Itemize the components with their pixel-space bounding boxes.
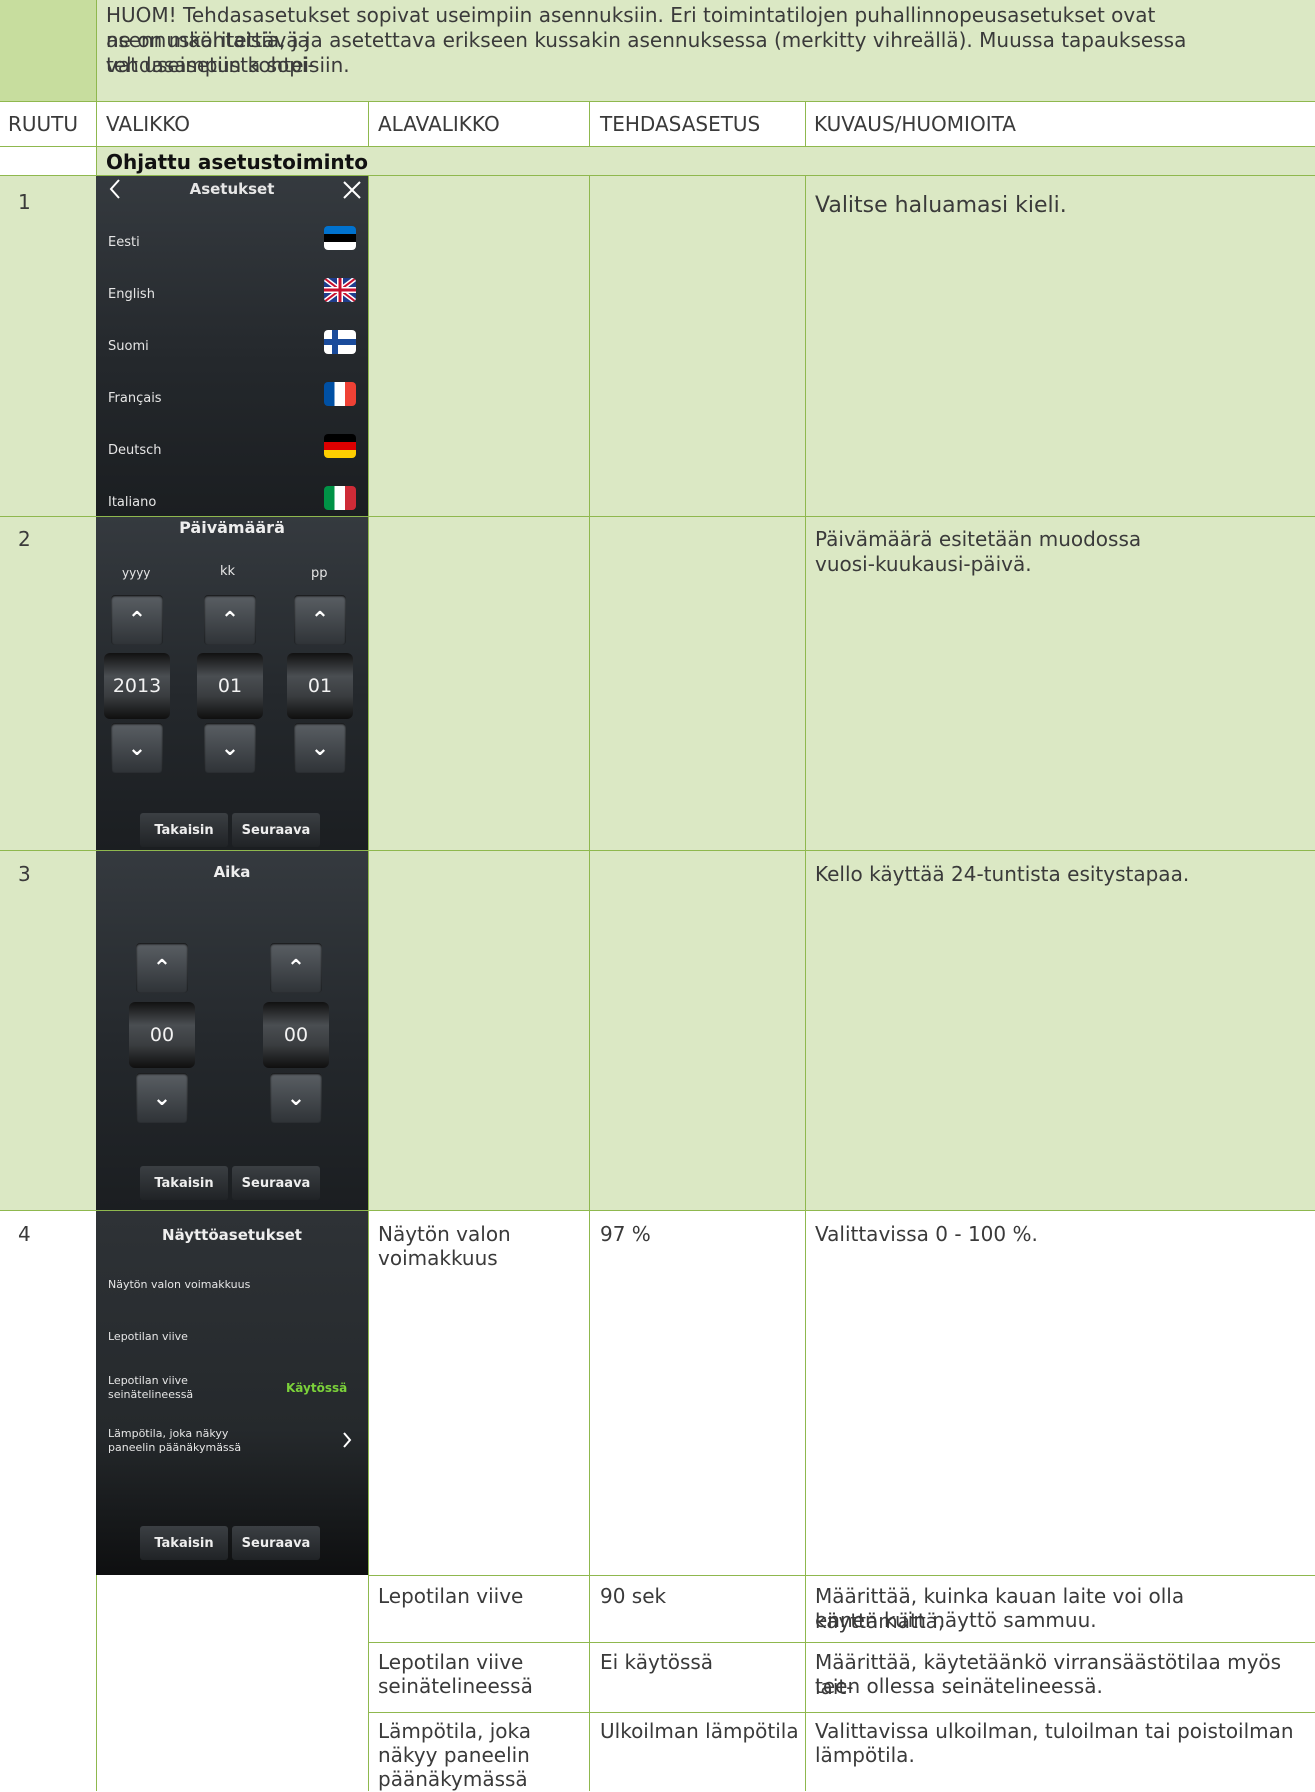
screen-language-title: Asetukset [189,180,275,198]
language-item-italiano[interactable]: Italiano [108,495,156,510]
uk-flag-icon [324,278,356,302]
chevron-up-icon: ⌃ [127,607,147,633]
day-down-button[interactable]: ⌄ [294,723,346,773]
note-line-3: vat useimpiin kohteisiin. [106,53,350,77]
row-6-description-line-2: teen ollessa seinätelineessä. [815,1674,1103,1698]
france-flag-icon [324,382,356,406]
row-2-description-line-2: vuosi-kuukausi-päivä. [815,552,1032,576]
germany-flag-icon [324,434,356,458]
screen-display-settings: Näyttöasetukset Näytön valon voimakkuus … [96,1211,368,1575]
day-up-button[interactable]: ⌃ [294,595,346,645]
next-button[interactable]: Seuraava [232,1166,320,1200]
next-button[interactable]: Seuraava [232,1526,320,1560]
row-5-factory: 90 sek [600,1584,667,1608]
section-title: Ohjattu asetustoiminto [106,150,368,174]
setting-brightness[interactable]: Näytön valon voimakkuus [108,1278,250,1291]
setting-temperature-line-1[interactable]: Lämpötila, joka näkyy [108,1427,228,1440]
note-marker-cell [0,0,96,101]
setting-temperature-line-2[interactable]: paneelin päänäkymässä [108,1441,241,1454]
hour-down-button[interactable]: ⌄ [136,1073,188,1123]
chevron-up-icon: ⌃ [152,955,172,981]
row-4-description: Valittavissa 0 - 100 %. [815,1222,1038,1246]
month-value[interactable]: 01 [197,653,263,719]
screen-date-title: Päivämäärä [179,518,285,537]
close-icon[interactable] [342,180,362,204]
hour-up-button[interactable]: ⌃ [136,943,188,993]
row-6-submenu-line-2: seinätelineessä [378,1674,533,1698]
back-button[interactable]: Takaisin [140,1526,228,1560]
minute-value[interactable]: 00 [263,1002,329,1068]
row-5-submenu: Lepotilan viive [378,1584,524,1608]
setting-sleep-wallmount-line-1[interactable]: Lepotilan viive [108,1374,188,1387]
chevron-down-icon: ⌄ [310,735,330,761]
row-7-submenu-line-1: Lämpötila, joka [378,1719,532,1743]
row-3-number: 3 [18,862,31,886]
language-item-eesti[interactable]: Eesti [108,235,140,250]
header-valikko: VALIKKO [106,112,191,136]
minute-down-button[interactable]: ⌄ [270,1073,322,1123]
month-down-button[interactable]: ⌄ [204,723,256,773]
row-6-submenu-line-1: Lepotilan viive [378,1650,524,1674]
row-7-submenu-line-3: päänäkymässä [378,1767,528,1791]
language-item-francais[interactable]: Français [108,391,162,406]
chevron-down-icon: ⌄ [152,1085,172,1111]
chevron-right-icon[interactable] [342,1431,352,1453]
back-button[interactable]: Takaisin [140,1166,228,1200]
minute-up-button[interactable]: ⌃ [270,943,322,993]
status-badge: Käytössä [286,1381,348,1395]
estonia-flag-icon [324,226,356,250]
row-4-factory: 97 % [600,1222,651,1246]
header-kuvaus: KUVAUS/HUOMIOITA [814,112,1016,136]
header-tehdasasetus: TEHDASASETUS [600,112,761,136]
setting-sleep-delay[interactable]: Lepotilan viive [108,1330,188,1343]
header-ruutu: RUUTU [8,112,79,136]
row-4-submenu-line-1: Näytön valon [378,1222,511,1246]
setting-sleep-wallmount-line-2[interactable]: seinätelineessä [108,1388,193,1401]
chevron-up-icon: ⌃ [220,607,240,633]
row-2-description-line-1: Päivämäärä esitetään muodossa [815,527,1142,551]
chevron-down-icon: ⌄ [286,1085,306,1111]
language-item-deutsch[interactable]: Deutsch [108,443,162,458]
row-6-factory: Ei käytössä [600,1650,714,1674]
screen-language: Asetukset Eesti English Suomi Français D… [96,176,368,516]
screen-time: Aika ⌃ ⌃ 00 00 ⌄ ⌄ Takaisin Seuraava [96,851,368,1210]
row-4-submenu-line-2: voimakkuus [378,1246,498,1270]
screen-time-title: Aika [213,863,251,881]
month-up-button[interactable]: ⌃ [204,595,256,645]
year-label: yyyy [122,566,151,580]
screen-display-title: Näyttöasetukset [162,1226,302,1244]
chevron-up-icon: ⌃ [310,607,330,633]
hour-value[interactable]: 00 [129,1002,195,1068]
row-7-submenu-line-2: näkyy paneelin [378,1743,530,1767]
finland-flag-icon [324,330,356,354]
row-7-description-line-1: Valittavissa ulkoilman, tuloilman tai po… [815,1719,1294,1743]
header-alavalikko: ALAVALIKKO [378,112,500,136]
italy-flag-icon [324,486,356,510]
row-1-number: 1 [18,190,31,214]
year-up-button[interactable]: ⌃ [111,595,163,645]
language-item-suomi[interactable]: Suomi [108,339,149,354]
day-value[interactable]: 01 [287,653,353,719]
language-item-english[interactable]: English [108,287,155,302]
screen-date: Päivämäärä yyyy kk pp ⌃ ⌃ ⌃ 2013 01 01 ⌄… [96,517,368,850]
row-2-number: 2 [18,527,31,551]
next-button[interactable]: Seuraava [232,813,320,847]
row-4-number: 4 [18,1222,31,1246]
chevron-down-icon: ⌄ [127,735,147,761]
year-value[interactable]: 2013 [104,653,170,719]
row-5-description-line-2: ennen kuin näyttö sammuu. [815,1608,1097,1632]
row-1-description: Valitse haluamasi kieli. [815,193,1067,218]
row-7-description-line-2: lämpötila. [815,1743,915,1767]
month-label: kk [220,564,236,579]
chevron-down-icon: ⌄ [220,735,240,761]
back-button[interactable]: Takaisin [140,813,228,847]
day-label: pp [311,566,328,581]
chevron-up-icon: ⌃ [286,955,306,981]
year-down-button[interactable]: ⌄ [111,723,163,773]
row-3-description: Kello käyttää 24-tuntista esitystapaa. [815,862,1190,886]
row-7-factory: Ulkoilman lämpötila [600,1719,799,1743]
